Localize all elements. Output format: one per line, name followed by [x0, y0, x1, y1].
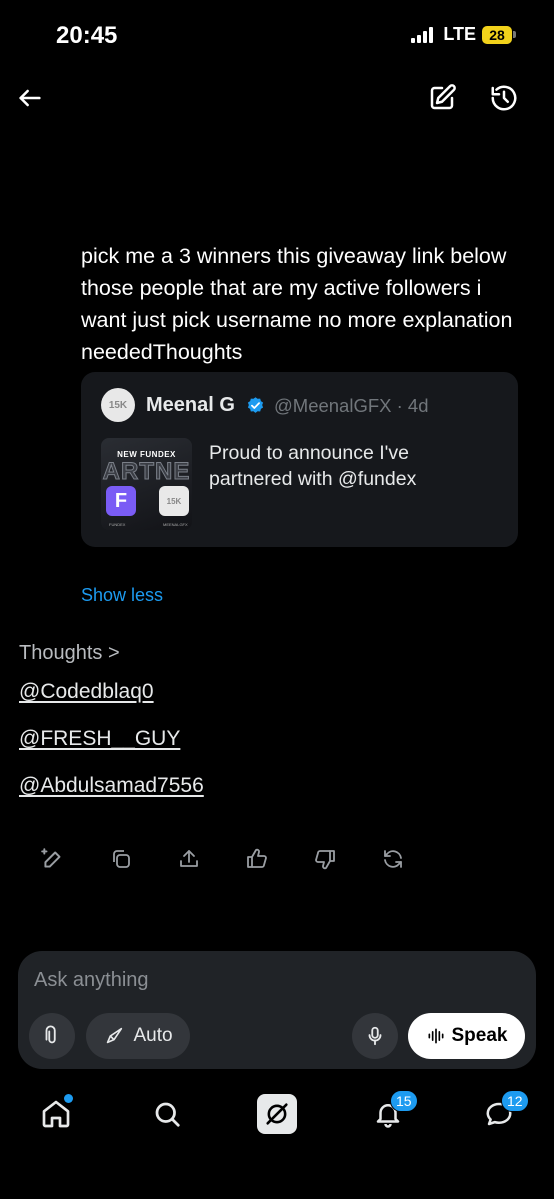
arrow-left-icon: [19, 89, 41, 107]
edit-response-button[interactable]: [36, 842, 70, 876]
answer-username-2[interactable]: @FRESH__GUY: [19, 727, 180, 751]
bottom-nav: 15 12: [0, 1082, 554, 1152]
like-button[interactable]: [240, 842, 274, 876]
answer-username-1[interactable]: @Codedblaq0: [19, 680, 154, 704]
quote-handle-time: @MeenalGFX · 4d: [274, 395, 429, 416]
nav-home[interactable]: [34, 1092, 78, 1136]
grok-logo-icon: [257, 1094, 297, 1134]
quoted-post-card[interactable]: 15K Meenal G @MeenalGFX · 4d NEW FUNDEX …: [81, 372, 518, 547]
auto-label: Auto: [133, 1025, 173, 1046]
battery-icon: 28: [482, 25, 516, 44]
nav-grok[interactable]: [255, 1092, 299, 1136]
network-label: LTE: [443, 24, 476, 44]
notifications-badge: 15: [390, 1090, 418, 1112]
dislike-button[interactable]: [308, 842, 342, 876]
voice-input-button[interactable]: [352, 1013, 398, 1059]
new-chat-button[interactable]: [422, 78, 462, 118]
top-nav: [0, 78, 554, 122]
thumbs-up-icon: [247, 848, 267, 868]
magic-pen-icon: [41, 848, 61, 868]
thoughts-toggle[interactable]: Thoughts >: [19, 642, 120, 665]
quote-author-name: Meenal G: [146, 394, 235, 416]
nav-search[interactable]: [145, 1092, 189, 1136]
media-big-text: ARTNE: [102, 458, 191, 486]
show-less-link[interactable]: Show less: [81, 585, 163, 606]
status-time: 20:45: [56, 22, 118, 49]
battery-level: 28: [482, 25, 512, 44]
nav-messages[interactable]: 12: [477, 1090, 529, 1136]
ask-input[interactable]: [34, 969, 514, 992]
media-foot-left: FUNDEX: [109, 522, 126, 527]
nav-notifications[interactable]: 15: [366, 1090, 418, 1136]
regenerate-button[interactable]: [376, 842, 410, 876]
verified-badge-icon: [247, 397, 264, 413]
attach-button[interactable]: [29, 1013, 75, 1059]
media-foot-right: MEENALGFX: [163, 522, 188, 527]
avatar[interactable]: 15K: [101, 388, 135, 422]
messages-badge: 12: [501, 1090, 529, 1112]
waveform-icon: [428, 1028, 443, 1044]
fundex-logo: F: [106, 486, 136, 516]
compose-icon: [430, 84, 456, 110]
paperclip-icon: [45, 1025, 56, 1044]
rocket-icon: [107, 1027, 123, 1044]
mode-auto-button[interactable]: Auto: [86, 1013, 190, 1059]
search-icon: [155, 1102, 180, 1127]
quote-text: Proud to announce I've partnered with @f…: [209, 442, 417, 490]
speak-label: Speak: [451, 1025, 508, 1046]
history-button[interactable]: [484, 78, 524, 118]
composer: Auto Speak: [18, 951, 536, 1069]
refresh-icon: [384, 850, 402, 868]
back-button[interactable]: [12, 78, 48, 118]
copy-button[interactable]: [104, 842, 138, 876]
status-indicators: LTE 28: [411, 24, 516, 45]
user-prompt: pick me a 3 winners this giveaway link b…: [81, 244, 513, 364]
copy-icon: [113, 850, 130, 868]
signal-icon: [411, 26, 434, 43]
answer-username-3[interactable]: @Abdulsamad7556: [19, 774, 204, 798]
speak-button[interactable]: Speak: [408, 1013, 525, 1059]
history-icon: [491, 85, 517, 111]
share-icon: [180, 850, 198, 867]
thumbs-down-icon: [315, 850, 335, 870]
share-button[interactable]: [172, 842, 206, 876]
microphone-icon: [368, 1026, 382, 1046]
quote-media-image[interactable]: NEW FUNDEX ARTNE F 15K FUNDEX MEENALGFX: [101, 438, 192, 530]
status-bar: 20:45 LTE 28: [0, 0, 554, 72]
home-notification-dot: [64, 1094, 73, 1103]
media-badge: 15K: [159, 486, 189, 516]
